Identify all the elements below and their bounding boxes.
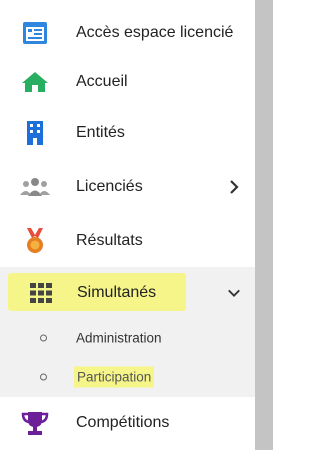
bullet-icon xyxy=(40,373,47,381)
menu-item-label: Compétitions xyxy=(76,414,170,431)
menu-item-label: Entités xyxy=(76,124,125,141)
menu-item-label: Accueil xyxy=(76,73,128,90)
menu-item-label: Accès espace licencié xyxy=(76,24,234,41)
chevron-right-icon[interactable] xyxy=(227,180,241,194)
scrollbar[interactable] xyxy=(255,0,273,450)
submenu-item-participation[interactable]: Participation xyxy=(0,357,255,397)
side-menu: Accès espace licencié Accueil Entités Li… xyxy=(0,0,255,450)
menu-item-acces-espace-licencie[interactable]: Accès espace licencié xyxy=(0,8,255,58)
grid-icon xyxy=(26,280,56,306)
page-edge xyxy=(273,0,281,450)
menu-item-resultats[interactable]: Résultats xyxy=(0,216,255,266)
menu-item-accueil[interactable]: Accueil xyxy=(0,57,255,107)
menu-item-label: Résultats xyxy=(76,232,143,249)
menu-item-competitions[interactable]: Compétitions xyxy=(0,398,255,448)
medal-icon xyxy=(20,228,50,254)
building-icon xyxy=(20,120,50,146)
menu-item-label: Licenciés xyxy=(76,178,143,195)
menu-item-simultanes[interactable]: Simultanés xyxy=(0,267,255,319)
submenu-item-administration[interactable]: Administration xyxy=(0,319,255,357)
home-icon xyxy=(20,69,50,95)
users-icon xyxy=(20,174,50,200)
bullet-icon xyxy=(40,334,47,342)
menu-item-label: Simultanés xyxy=(77,284,157,301)
trophy-icon xyxy=(20,410,50,436)
chevron-down-icon[interactable] xyxy=(227,286,241,300)
submenu-item-label: Administration xyxy=(76,330,162,346)
menu-item-licencies[interactable]: Licenciés xyxy=(0,162,255,212)
id-card-icon xyxy=(20,20,50,46)
submenu-item-label: Participation xyxy=(74,366,155,388)
menu-item-entites[interactable]: Entités xyxy=(0,108,255,158)
